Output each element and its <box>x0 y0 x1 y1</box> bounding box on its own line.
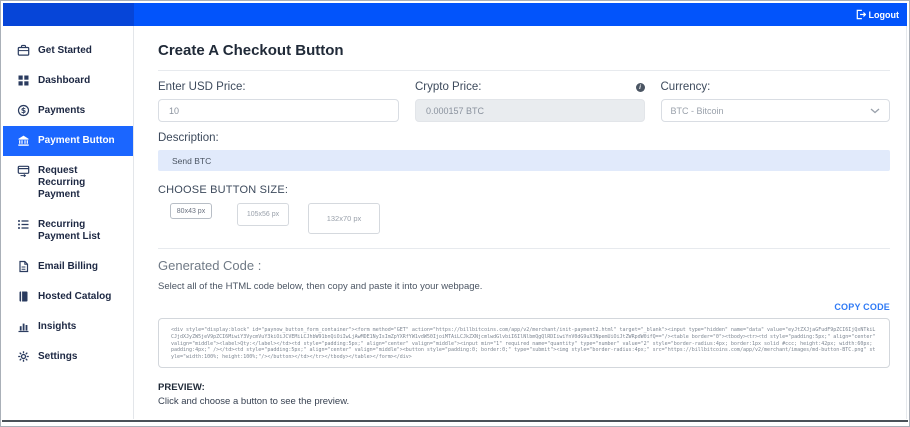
currency-select[interactable]: BTC - Bitcoin <box>660 99 891 122</box>
gear-icon <box>17 350 30 363</box>
main-content: Create A Checkout Button Enter USD Price… <box>134 26 907 419</box>
price-form-row: Enter USD Price: Crypto Price: i Currenc… <box>158 81 891 122</box>
svg-text:$: $ <box>21 106 26 115</box>
preview-title: PREVIEW: <box>158 382 205 393</box>
copy-code-button[interactable]: COPY CODE <box>834 302 890 312</box>
logout-button[interactable]: Logout <box>855 9 900 20</box>
sidebar-item-recurring-payment-list[interactable]: Recurring Payment List <box>3 210 133 252</box>
logout-icon <box>855 9 866 20</box>
sidebar-item-email-billing[interactable]: Email Billing <box>3 252 133 282</box>
list-icon <box>17 218 30 231</box>
size-option-small[interactable]: 80x43 px <box>170 203 212 219</box>
dashboard-grid-icon <box>17 74 30 87</box>
sidebar-item-label: Settings <box>38 351 78 362</box>
chevron-down-icon <box>870 106 880 116</box>
size-option-medium[interactable]: 105x56 px <box>237 203 289 226</box>
divider <box>158 70 890 71</box>
topbar-main: Logout <box>134 3 907 26</box>
briefcase-icon <box>17 44 30 57</box>
top-header-bar: Logout <box>3 3 907 26</box>
app-window: Logout Get Started Dashboard $ Payments … <box>0 0 910 427</box>
button-size-label: CHOOSE BUTTON SIZE: <box>158 184 289 196</box>
sidebar: Get Started Dashboard $ Payments Payment… <box>3 26 134 419</box>
book-icon <box>17 290 30 303</box>
sidebar-item-label: Recurring Payment List <box>38 219 101 242</box>
window-bottom-edge <box>2 420 908 422</box>
sidebar-item-get-started[interactable]: Get Started <box>3 36 133 66</box>
sidebar-item-label: Payment Button <box>38 135 115 146</box>
bar-chart-icon <box>17 320 30 333</box>
sidebar-item-label: Dashboard <box>38 75 91 86</box>
topbar-brand-area <box>3 3 134 26</box>
currency-label: Currency: <box>660 81 711 93</box>
description-label: Description: <box>158 132 219 144</box>
currency-selected-value: BTC - Bitcoin <box>670 105 724 116</box>
usd-price-label: Enter USD Price: <box>158 81 246 93</box>
sidebar-item-hosted-catalog[interactable]: Hosted Catalog <box>3 282 133 312</box>
description-value: Send BTC <box>172 155 212 166</box>
crypto-price-label: Crypto Price: <box>414 81 482 93</box>
bank-icon <box>17 134 30 147</box>
generated-code-instruction: Select all of the HTML code below, then … <box>158 281 483 292</box>
sidebar-item-label: Insights <box>38 321 77 332</box>
size-option-large[interactable]: 132x70 px <box>308 203 380 234</box>
coin-circle-icon: $ <box>17 104 30 117</box>
sidebar-item-label: Payments <box>38 105 86 116</box>
sidebar-item-label: Email Billing <box>38 261 99 272</box>
sidebar-item-settings[interactable]: Settings <box>3 342 133 372</box>
card-arrow-icon <box>17 164 30 178</box>
crypto-price-input <box>414 99 645 122</box>
sidebar-item-payments[interactable]: $ Payments <box>3 96 133 126</box>
preview-instruction: Click and choose a button to see the pre… <box>158 396 350 407</box>
button-size-options: 80x43 px 105x56 px 132x70 px <box>158 203 890 237</box>
generated-code-text: <div style="display:block" id="paynow_bu… <box>171 327 876 360</box>
description-field[interactable]: Send BTC <box>158 150 890 171</box>
logout-label: Logout <box>868 9 900 20</box>
sidebar-item-dashboard[interactable]: Dashboard <box>3 66 133 96</box>
generated-code-title: Generated Code : <box>158 258 262 273</box>
info-icon[interactable]: i <box>635 82 645 92</box>
usd-price-input[interactable] <box>158 99 399 122</box>
page-title: Create A Checkout Button <box>158 42 344 59</box>
sidebar-item-label: Request Recurring Payment <box>38 165 86 200</box>
sidebar-item-label: Get Started <box>38 45 92 56</box>
sidebar-item-label: Hosted Catalog <box>38 291 112 302</box>
sidebar-item-payment-button[interactable]: Payment Button <box>3 126 133 156</box>
sidebar-item-request-recurring-payment[interactable]: Request Recurring Payment <box>3 156 133 210</box>
generated-code-box[interactable]: <div style="display:block" id="paynow_bu… <box>158 318 890 368</box>
divider <box>158 248 890 249</box>
sidebar-item-insights[interactable]: Insights <box>3 312 133 342</box>
document-icon <box>17 260 30 273</box>
